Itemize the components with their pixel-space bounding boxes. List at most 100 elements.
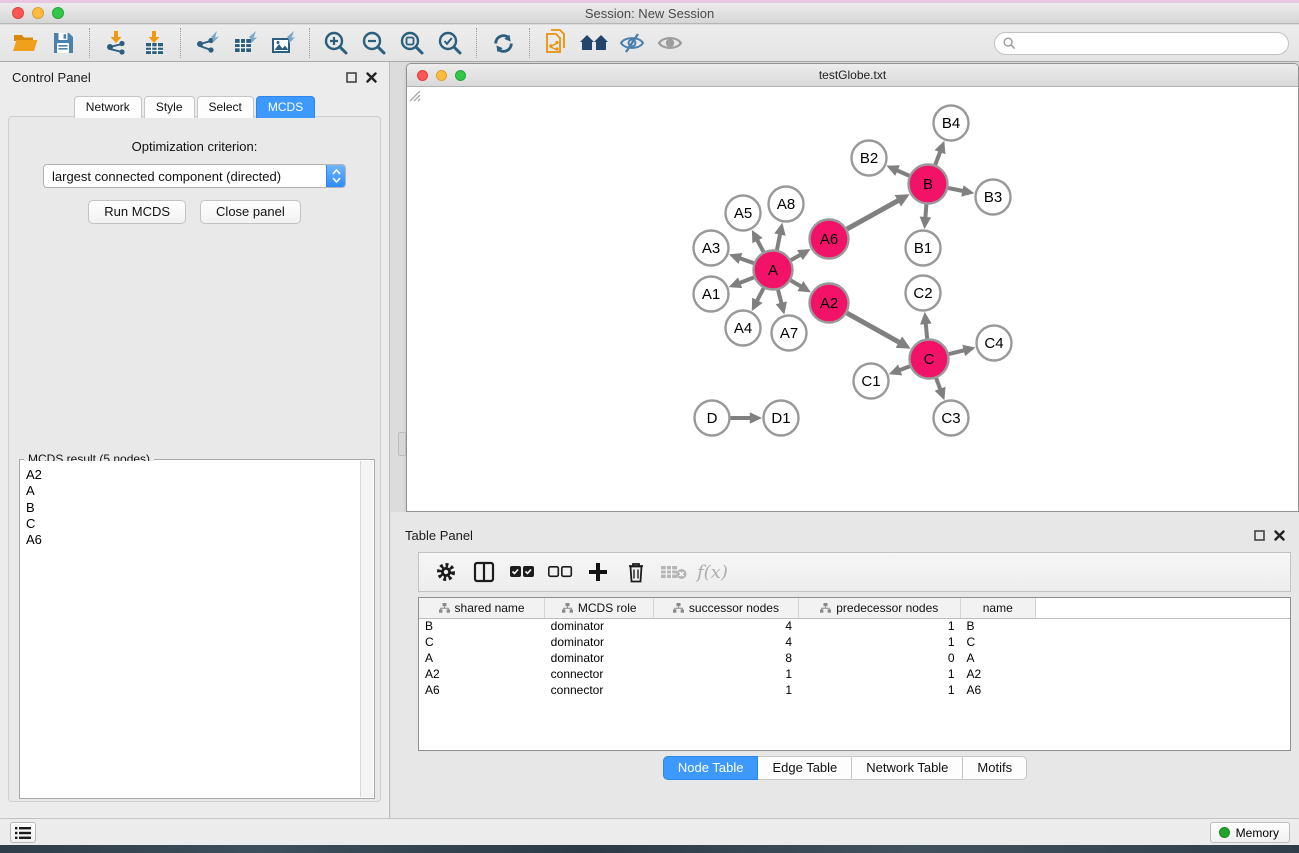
graph-edge-B-B3[interactable] — [948, 188, 964, 191]
graph-edge-C-C2[interactable] — [926, 322, 928, 339]
clone-network-button[interactable] — [537, 27, 575, 59]
mcds-result-list[interactable]: A2ABCA6 — [21, 461, 360, 797]
network-canvas[interactable]: B4B2BB3A8A5A6B1A3AA1C2A2A4A7C4CC1C3DD1 — [407, 88, 1298, 511]
save-session-button[interactable] — [44, 27, 82, 59]
table-cell[interactable]: connector — [545, 682, 654, 698]
column-header[interactable]: MCDS role — [545, 598, 654, 618]
table-cell[interactable]: 1 — [798, 682, 961, 698]
table-cell[interactable]: dominator — [545, 650, 654, 666]
table-row[interactable]: Bdominator41B — [419, 618, 1290, 634]
tab-select[interactable]: Select — [197, 96, 254, 118]
splitter-grip-vertical[interactable] — [398, 432, 406, 456]
tab-style[interactable]: Style — [144, 96, 195, 118]
table-cell[interactable]: C — [419, 634, 545, 650]
table-cell[interactable]: 8 — [654, 650, 798, 666]
table-settings-button[interactable] — [427, 555, 465, 589]
criterion-select[interactable]: largest connected component (directed) — [43, 164, 346, 188]
mcds-result-item[interactable]: A2 — [26, 467, 355, 483]
table-cell[interactable]: A — [419, 650, 545, 666]
tab-motifs[interactable]: Motifs — [963, 756, 1027, 780]
table-row[interactable]: A2connector11A2 — [419, 666, 1290, 682]
mcds-result-item[interactable]: B — [26, 500, 355, 516]
graph-edge-A-A1[interactable] — [738, 277, 754, 283]
graph-edge-B-B4[interactable] — [935, 150, 940, 164]
table-cell[interactable]: 1 — [798, 618, 961, 634]
export-network-button[interactable] — [188, 27, 226, 59]
close-window-button[interactable] — [12, 7, 24, 19]
column-header[interactable]: shared name — [419, 598, 545, 618]
table-cell[interactable]: A2 — [961, 666, 1036, 682]
graph-edge-C-C4[interactable] — [949, 350, 966, 354]
export-table-button[interactable] — [226, 27, 264, 59]
table-cell[interactable]: A — [961, 650, 1036, 666]
column-header[interactable]: predecessor nodes — [798, 598, 961, 618]
close-panel-icon[interactable] — [1274, 530, 1285, 541]
column-header[interactable]: name — [961, 598, 1036, 618]
tab-network[interactable]: Network — [74, 96, 142, 118]
table-cell[interactable]: A6 — [419, 682, 545, 698]
tab-node-table[interactable]: Node Table — [663, 756, 759, 780]
table-cell[interactable]: B — [419, 618, 545, 634]
window-resize-grip[interactable] — [407, 88, 421, 102]
preview-eye-button[interactable] — [651, 27, 689, 59]
graph-edge-B-B2[interactable] — [896, 170, 910, 176]
float-panel-icon[interactable] — [346, 72, 357, 83]
apply-layout-button[interactable] — [484, 27, 522, 59]
export-image-button[interactable] — [264, 27, 302, 59]
search-input[interactable] — [1016, 35, 1288, 53]
table-cell[interactable]: 1 — [798, 666, 961, 682]
table-cell[interactable]: A2 — [419, 666, 545, 682]
table-cell[interactable]: dominator — [545, 634, 654, 650]
search-field[interactable] — [994, 32, 1289, 55]
graph-edge-A-A5[interactable] — [757, 239, 764, 252]
table-cell[interactable]: dominator — [545, 618, 654, 634]
show-hide-graphics-details-button[interactable] — [613, 27, 651, 59]
table-cell[interactable]: C — [961, 634, 1036, 650]
table-row[interactable]: Cdominator41C — [419, 634, 1290, 650]
graph-edge-A2-C[interactable] — [847, 313, 901, 343]
memory-button[interactable]: Memory — [1210, 822, 1290, 843]
delete-table-button[interactable] — [655, 555, 693, 589]
table-cell[interactable]: connector — [545, 666, 654, 682]
float-panel-icon[interactable] — [1254, 530, 1265, 541]
mcds-result-scrollbar[interactable] — [360, 461, 373, 797]
table-cell[interactable]: 0 — [798, 650, 961, 666]
mcds-result-item[interactable]: A6 — [26, 532, 355, 548]
graph-edge-B-B1[interactable] — [925, 204, 926, 218]
show-log-button[interactable] — [10, 822, 36, 843]
select-all-columns-button[interactable] — [503, 555, 541, 589]
delete-column-button[interactable] — [617, 555, 655, 589]
minimize-window-button[interactable] — [32, 7, 44, 19]
function-builder-button[interactable]: f(x) — [697, 562, 728, 583]
table-cell[interactable]: 4 — [654, 618, 798, 634]
add-column-button[interactable] — [579, 555, 617, 589]
zoom-in-button[interactable] — [317, 27, 355, 59]
graph-edge-A-A3[interactable] — [739, 258, 754, 263]
tab-network-table[interactable]: Network Table — [852, 756, 963, 780]
close-panel-icon[interactable] — [366, 72, 377, 83]
column-header[interactable]: successor nodes — [654, 598, 798, 618]
graph-edge-A-A7[interactable] — [778, 290, 782, 305]
table-cell[interactable]: 1 — [654, 666, 798, 682]
table-cell[interactable]: A6 — [961, 682, 1036, 698]
mcds-result-item[interactable]: A — [26, 483, 355, 499]
open-session-button[interactable] — [6, 27, 44, 59]
network-window-titlebar[interactable]: testGlobe.txt — [407, 64, 1298, 87]
table-cell[interactable]: B — [961, 618, 1036, 634]
close-panel-button[interactable]: Close panel — [200, 200, 301, 224]
zoom-selected-button[interactable] — [431, 27, 469, 59]
table-cell[interactable]: 1 — [798, 634, 961, 650]
insert-column-button[interactable] — [465, 555, 503, 589]
import-network-button[interactable] — [97, 27, 135, 59]
network-minimize-button[interactable] — [436, 70, 447, 81]
table-row[interactable]: A6connector11A6 — [419, 682, 1290, 698]
tab-edge-table[interactable]: Edge Table — [758, 756, 852, 780]
deselect-all-columns-button[interactable] — [541, 555, 579, 589]
tab-mcds[interactable]: MCDS — [256, 96, 315, 118]
graph-edge-A6-B[interactable] — [847, 200, 900, 229]
run-mcds-button[interactable]: Run MCDS — [88, 200, 186, 224]
import-table-button[interactable] — [135, 27, 173, 59]
network-close-button[interactable] — [417, 70, 428, 81]
network-zoom-button[interactable] — [455, 70, 466, 81]
zoom-out-button[interactable] — [355, 27, 393, 59]
